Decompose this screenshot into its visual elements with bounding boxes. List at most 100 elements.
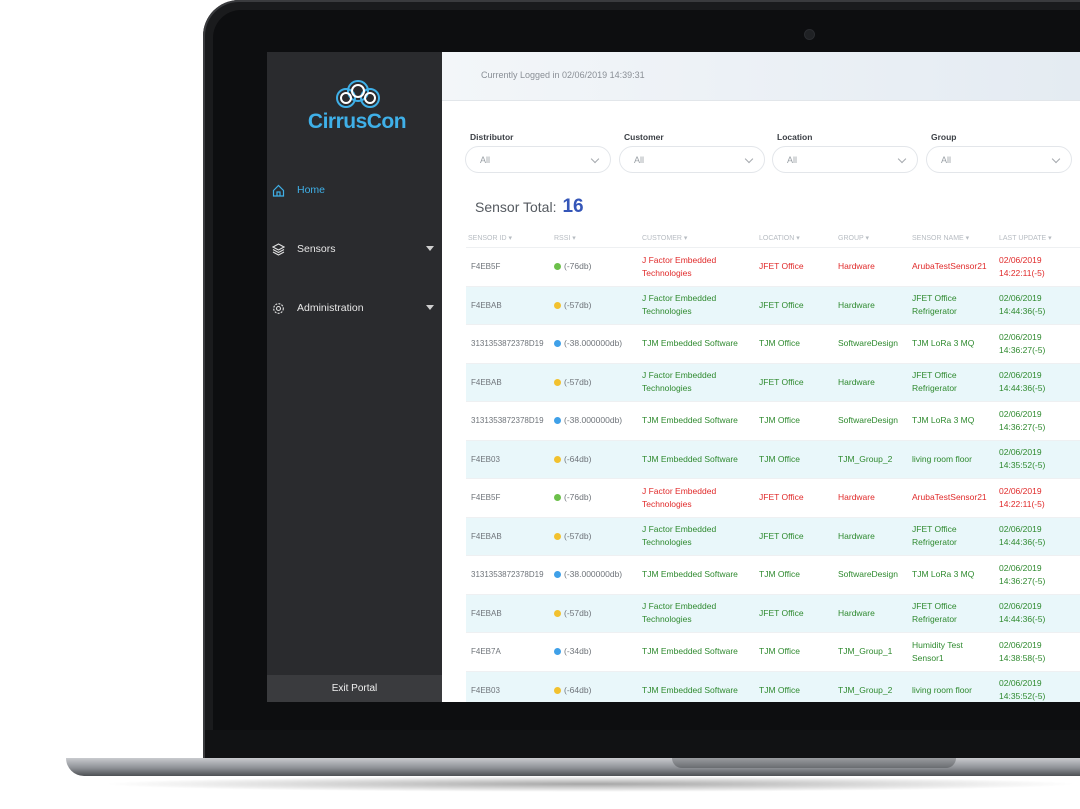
cell-sensor-id: F4EBAB (466, 593, 554, 633)
table-row[interactable]: 3131353872378D19 (-38.000000db) TJM Embedd… (466, 324, 1080, 363)
cell-customer-text: J Factor Embedded Technologies (642, 293, 717, 317)
sidebar-item-sensors[interactable]: Sensors (267, 234, 442, 264)
table-row[interactable]: F4EBAB (-57db) J Factor Embedded Technolog… (466, 362, 1080, 402)
cell-group: SoftwareDesign (838, 555, 912, 594)
app-name: CirrusCon (307, 110, 407, 133)
location-select[interactable]: All (772, 146, 918, 173)
cell-sensor-id-text: F4EB03 (471, 454, 500, 464)
cell-sensor-id-text: 3131353872378D19 (471, 339, 544, 349)
cell-group: Hardware (838, 593, 912, 633)
laptop-notch (672, 758, 956, 768)
column-header-sensor-name[interactable]: SENSOR NAME ▾ (912, 228, 999, 248)
cell-group-text: TJM_Group_1 (838, 646, 893, 657)
app-logo[interactable]: CirrusCon (302, 78, 412, 138)
column-header-group[interactable]: GROUP ▾ (838, 228, 912, 248)
filter-label: Customer (624, 132, 664, 142)
cell-sensor-id: 3131353872378D19 (466, 324, 554, 363)
cell-sensor-name-text: JFET Office Refrigerator (912, 370, 957, 394)
cell-rssi-text: (-76db) (564, 261, 592, 272)
cell-sensor-name-text: ArubaTestSensor21 (912, 261, 987, 272)
customer-select[interactable]: All (619, 146, 765, 173)
cell-group: Hardware (838, 285, 912, 325)
cell-rssi-text: (-57db) (564, 376, 592, 387)
column-header-last-update[interactable]: LAST UPDATE ▾ (999, 228, 1080, 248)
cell-sensor-id: F4EB5F (466, 247, 554, 286)
cell-sensor-name: JFET Office Refrigerator (912, 593, 999, 633)
sensor-total: Sensor Total: 16 (475, 196, 584, 218)
cell-last-update: 02/06/2019 14:35:52(-5) (999, 439, 1080, 479)
cell-location: JFET Office (759, 478, 838, 517)
signal-dot-icon (554, 648, 561, 656)
cell-sensor-name-text: TJM LoRa 3 MQ (912, 415, 975, 426)
cell-last-update-text: 02/06/2019 14:36:27(-5) (999, 331, 1046, 355)
cell-sensor-id-text: F4EB5F (471, 493, 501, 503)
distributor-select[interactable]: All (465, 146, 611, 173)
table-row[interactable]: F4EB03 (-64db) TJM Embedded Software TJM Of… (466, 439, 1080, 479)
cell-location: TJM Office (759, 670, 838, 702)
table-row[interactable]: F4EBAB (-57db) J Factor Embedded Technolog… (466, 593, 1080, 633)
cell-customer-text: TJM Embedded Software (642, 338, 738, 349)
cell-last-update: 02/06/2019 14:22:11(-5) (999, 478, 1080, 517)
table-row[interactable]: F4EB5F (-76db) J Factor Embedded Technolog… (466, 247, 1080, 286)
cell-sensor-id-text: 3131353872378D19 (471, 570, 544, 580)
cell-sensor-id: F4EB03 (466, 439, 554, 479)
cell-rssi: (-57db) (554, 362, 642, 402)
cell-last-update: 02/06/2019 14:38:58(-5) (999, 632, 1080, 671)
table-row[interactable]: 3131353872378D19 (-38.000000db) TJM Embedd… (466, 401, 1080, 440)
table-header-row: SENSOR ID ▾ RSSI ▾ CUSTOMER ▾ LOCATION ▾… (466, 228, 1080, 248)
cell-rssi: (-38.000000db) (554, 401, 642, 440)
table-row[interactable]: F4EBAB (-57db) J Factor Embedded Technolog… (466, 285, 1080, 325)
laptop-shadow (100, 776, 1080, 792)
group-select[interactable]: All (926, 146, 1072, 173)
cell-sensor-id-text: F4EBAB (471, 608, 502, 618)
table-row[interactable]: F4EB03 (-64db) TJM Embedded Software TJM Of… (466, 670, 1080, 702)
cell-location-text: JFET Office (759, 376, 804, 387)
cell-location-text: JFET Office (759, 607, 804, 618)
column-header-rssi[interactable]: RSSI ▾ (554, 228, 642, 248)
select-value: All (941, 155, 952, 165)
cell-sensor-id: F4EB5F (466, 478, 554, 517)
cell-customer: J Factor Embedded Technologies (642, 593, 759, 633)
cell-customer: J Factor Embedded Technologies (642, 478, 759, 517)
cell-sensor-id: F4EBAB (466, 362, 554, 402)
table-row[interactable]: 3131353872378D19 (-38.000000db) TJM Embedd… (466, 555, 1080, 594)
cell-location-text: JFET Office (759, 530, 804, 541)
cell-last-update: 02/06/2019 14:44:36(-5) (999, 362, 1080, 402)
cell-rssi: (-38.000000db) (554, 324, 642, 363)
cell-location-text: TJM Office (759, 646, 800, 657)
main-content: Currently Logged in 02/06/2019 14:39:31 … (442, 52, 1080, 702)
cell-customer: J Factor Embedded Technologies (642, 516, 759, 556)
sidebar-item-home[interactable]: Home (267, 175, 442, 205)
chevron-down-icon (1051, 154, 1061, 164)
cell-customer: J Factor Embedded Technologies (642, 285, 759, 325)
cell-customer-text: TJM Embedded Software (642, 646, 738, 657)
column-header-customer[interactable]: CUSTOMER ▾ (642, 228, 759, 248)
gear-icon (271, 301, 285, 315)
cell-sensor-name-text: TJM LoRa 3 MQ (912, 569, 975, 580)
cell-location-text: JFET Office (759, 261, 804, 272)
cell-last-update-text: 02/06/2019 14:35:52(-5) (999, 678, 1046, 702)
cell-sensor-name-text: TJM LoRa 3 MQ (912, 338, 975, 349)
cell-group-text: Hardware (838, 492, 875, 503)
sidebar-item-administration[interactable]: Administration (267, 293, 442, 323)
cell-sensor-name: living room floor (912, 439, 999, 479)
cell-location: TJM Office (759, 324, 838, 363)
table-row[interactable]: F4EB7A (-34db) TJM Embedded Software TJM Of… (466, 632, 1080, 671)
cell-customer: J Factor Embedded Technologies (642, 247, 759, 286)
cell-sensor-name: ArubaTestSensor21 (912, 478, 999, 517)
cell-location: JFET Office (759, 516, 838, 556)
cell-location-text: TJM Office (759, 569, 800, 580)
table-row[interactable]: F4EB5F (-76db) J Factor Embedded Technolog… (466, 478, 1080, 517)
table-row[interactable]: F4EBAB (-57db) J Factor Embedded Technolog… (466, 516, 1080, 556)
column-header-location[interactable]: LOCATION ▾ (759, 228, 838, 248)
cell-last-update: 02/06/2019 14:36:27(-5) (999, 324, 1080, 363)
cell-sensor-name: TJM LoRa 3 MQ (912, 401, 999, 440)
cell-location: JFET Office (759, 362, 838, 402)
exit-portal-button[interactable]: Exit Portal (267, 675, 442, 702)
column-header-sensor-id[interactable]: SENSOR ID ▾ (466, 228, 554, 248)
cell-last-update-text: 02/06/2019 14:22:11(-5) (999, 254, 1045, 278)
cell-rssi-text: (-38.000000db) (564, 569, 623, 580)
cell-sensor-id-text: F4EBAB (471, 377, 502, 387)
cell-last-update: 02/06/2019 14:44:36(-5) (999, 285, 1080, 325)
cell-group-text: SoftwareDesign (838, 569, 899, 580)
